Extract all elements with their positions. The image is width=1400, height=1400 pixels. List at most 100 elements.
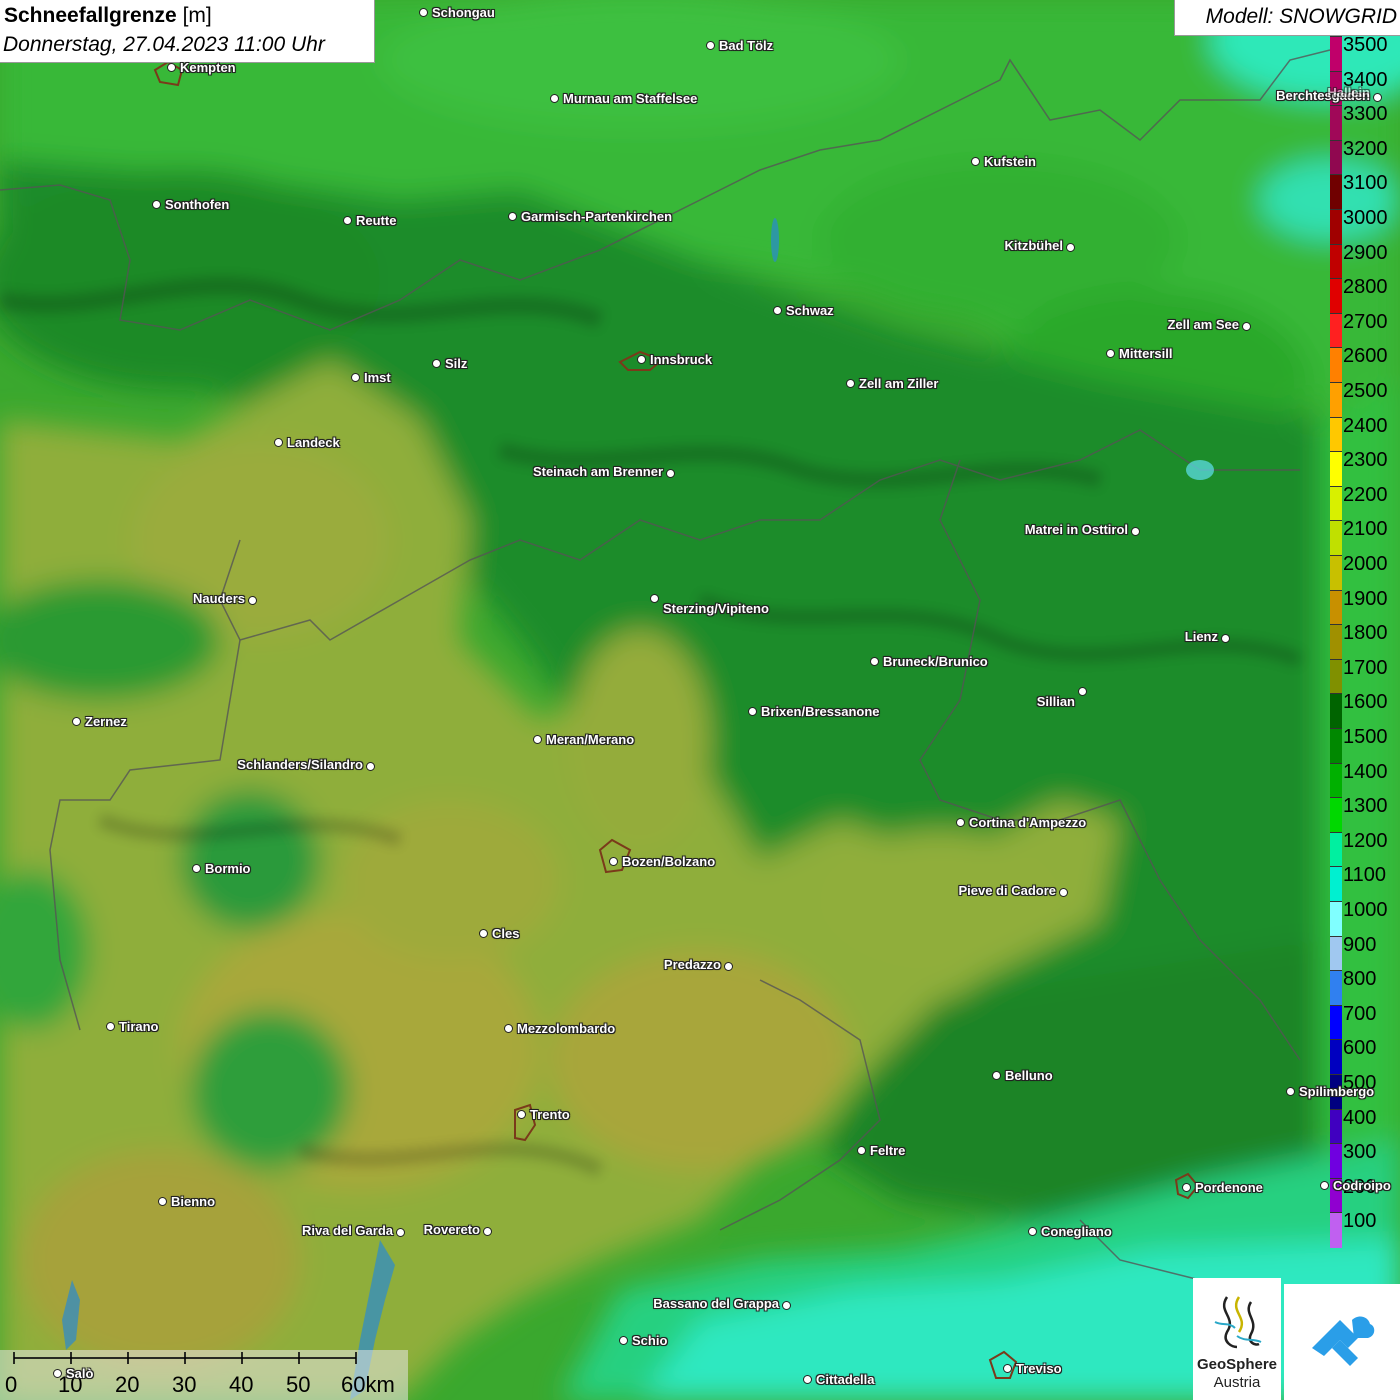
legend-label: 2100 <box>1343 518 1388 541</box>
scale-label-20: 20 <box>115 1372 140 1397</box>
city-label: Brixen/Bressanone <box>761 704 880 719</box>
legend-label: 900 <box>1343 933 1377 956</box>
map-title-box: Schneefallgrenze [m] Donnerstag, 27.04.2… <box>0 0 375 63</box>
city-label: Sillian <box>1036 694 1075 709</box>
legend-color-bin <box>1330 658 1342 695</box>
variable-unit: [m] <box>182 4 212 27</box>
city-label: Schongau <box>432 5 495 20</box>
city-marker <box>504 1024 513 1033</box>
city-marker <box>971 157 980 166</box>
city-marker <box>479 929 488 938</box>
city-marker <box>508 212 517 221</box>
city-label: Pieve di Cadore <box>958 883 1056 898</box>
legend-color-bin <box>1330 1143 1342 1179</box>
city-label: Hallein <box>1327 85 1370 100</box>
city-marker <box>609 857 618 866</box>
scale-label-60km: 60km <box>341 1372 395 1397</box>
legend-label: 2700 <box>1343 310 1388 333</box>
city-marker <box>152 200 161 209</box>
city-label: Reutte <box>356 213 397 228</box>
city-marker <box>1131 527 1140 536</box>
legend-color-bin <box>1330 174 1342 210</box>
city-marker <box>1286 1087 1295 1096</box>
city-label: Salò <box>66 1366 94 1381</box>
legend-color-bin <box>1330 278 1342 314</box>
legend-label: 1000 <box>1343 899 1388 921</box>
legend-label: 800 <box>1343 968 1377 991</box>
city-label: Mezzolombardo <box>517 1021 616 1036</box>
legend-label: 2300 <box>1343 449 1388 472</box>
city-marker <box>351 373 360 382</box>
legend-label: 1800 <box>1343 622 1388 645</box>
legend-color-bin <box>1330 451 1342 487</box>
legend-color-bin <box>1330 382 1342 418</box>
legend-color-bin <box>1330 416 1342 453</box>
city-marker <box>846 379 855 388</box>
city-marker <box>106 1022 115 1031</box>
legend-label: 1100 <box>1343 864 1387 887</box>
city-label: Innsbruck <box>650 352 713 367</box>
legend-color-bin <box>1330 312 1342 349</box>
city-label: Matrei in Osttirol <box>1024 522 1128 537</box>
city-marker <box>619 1336 628 1345</box>
legend-label: 2600 <box>1343 345 1388 368</box>
city-marker <box>343 216 352 225</box>
city-marker <box>650 594 659 603</box>
legend-label: 1200 <box>1343 829 1388 852</box>
city-label: Belluno <box>1005 1068 1053 1083</box>
city-label: Feltre <box>870 1143 906 1158</box>
app-logo[interactable] <box>1284 1284 1400 1400</box>
legend-label: 1600 <box>1343 691 1388 714</box>
geosphere-name: GeoSphere <box>1196 1356 1278 1373</box>
city-label: Bad Tölz <box>719 38 774 53</box>
city-marker <box>956 818 965 827</box>
legend-label: 3300 <box>1343 103 1388 126</box>
legend-label: 2200 <box>1343 483 1388 506</box>
city-label: Cortina d'Ampezzo <box>969 815 1087 830</box>
city-marker <box>396 1228 405 1237</box>
city-label: Imst <box>364 370 391 385</box>
city-label: Riva del Garda <box>301 1223 393 1238</box>
city-label: Treviso <box>1016 1361 1062 1376</box>
city-label: Bruneck/Brunico <box>883 654 988 669</box>
city-label: Cles <box>492 926 520 941</box>
city-label: Schio <box>632 1333 668 1348</box>
legend-color-bin <box>1330 36 1342 72</box>
legend-label: 1500 <box>1343 726 1388 748</box>
legend-label: 600 <box>1343 1037 1377 1060</box>
legend-label: 3200 <box>1343 137 1388 160</box>
city-label: Steinach am Brenner <box>532 464 663 479</box>
city-marker <box>1003 1364 1012 1373</box>
legend-color-bin <box>1330 624 1342 660</box>
scale-label-0: 0 <box>5 1372 18 1397</box>
model-label: Modell: SNOWGRID <box>1205 5 1397 28</box>
legend-color-bin <box>1330 1004 1342 1041</box>
city-label: Tirano <box>119 1019 159 1034</box>
legend-color-bin <box>1330 831 1342 868</box>
city-marker <box>748 707 757 716</box>
city-label: Kufstein <box>984 154 1036 169</box>
city-label: Rovereto <box>423 1222 480 1237</box>
city-label: Meran/Merano <box>546 732 635 747</box>
variable-name: Schneefallgrenze <box>4 4 177 27</box>
city-marker <box>53 1369 62 1378</box>
city-label: Lienz <box>1184 629 1218 644</box>
city-label: Landeck <box>287 435 340 450</box>
city-label: Codroipo <box>1333 1178 1391 1193</box>
legend-label: 400 <box>1343 1106 1377 1129</box>
city-marker <box>248 596 257 605</box>
geosphere-sub: Austria <box>1213 1374 1261 1391</box>
legend-label: 700 <box>1343 1002 1377 1025</box>
city-label: Zell am Ziller <box>859 376 939 391</box>
city-label: Pordenone <box>1195 1180 1263 1195</box>
city-label: Schlanders/Silandro <box>237 757 363 772</box>
legend-color-bin <box>1330 866 1342 902</box>
legend-label: 2800 <box>1343 276 1388 299</box>
legend-color-bin <box>1330 970 1342 1006</box>
legend-color-bin <box>1330 555 1342 591</box>
city-marker <box>158 1197 167 1206</box>
city-marker <box>1106 349 1115 358</box>
city-label: Kitzbühel <box>1004 238 1064 253</box>
legend-label: 3500 <box>1343 34 1388 56</box>
map-datetime: Donnerstag, 27.04.2023 11:00 Uhr <box>3 33 325 56</box>
